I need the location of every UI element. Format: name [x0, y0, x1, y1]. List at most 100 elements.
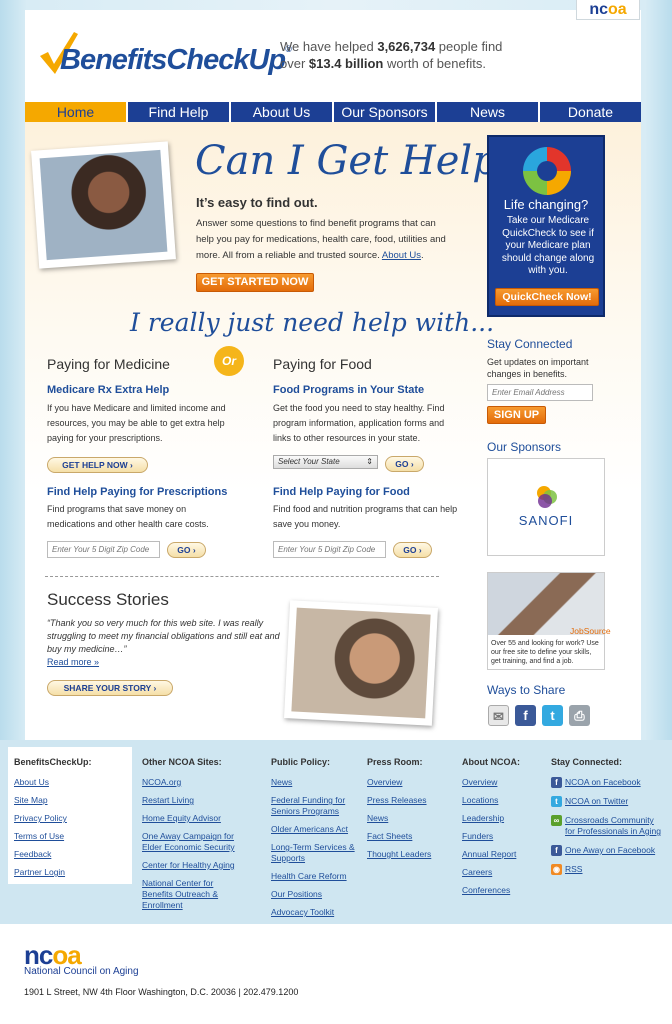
nav-donate[interactable]: Donate	[540, 102, 641, 122]
footer-annual-report[interactable]: Annual Report	[462, 849, 542, 860]
state-select-value: Select Your State	[278, 457, 340, 466]
ncoa-tab-nc: nc	[589, 1, 608, 18]
helped-pre: We have helped	[280, 39, 378, 54]
footer-conferences[interactable]: Conferences	[462, 885, 542, 896]
extra-help-link[interactable]: Medicare Rx Extra Help	[47, 384, 169, 396]
facebook-share-icon[interactable]: f	[515, 705, 536, 726]
jobsource-ad[interactable]: JobSource Over 55 and looking for work? …	[487, 572, 611, 670]
footer-policy-title: Public Policy:	[271, 757, 331, 767]
facebook-icon: f	[551, 777, 562, 788]
footer-careers[interactable]: Careers	[462, 867, 542, 878]
twitter-icon: t	[551, 796, 562, 807]
about-us-link[interactable]: About Us	[382, 250, 421, 261]
footer-home-equity[interactable]: Home Equity Advisor	[142, 813, 246, 824]
footer-press-overview[interactable]: Overview	[367, 777, 451, 788]
footer-one-away[interactable]: One Away Campaign for Elder Economic Sec…	[142, 831, 246, 853]
footer-one-away-facebook[interactable]: One Away on Facebook	[565, 845, 655, 856]
nav-find-help[interactable]: Find Help	[128, 102, 231, 122]
ncoa-address: 1901 L Street, NW 4th Floor Washington, …	[24, 987, 299, 997]
success-quote: “Thank you so very much for this web sit…	[47, 618, 280, 654]
logo-text: BenefitsCheckUp	[60, 44, 286, 76]
footer-healthy-aging[interactable]: Center for Healthy Aging	[142, 860, 246, 871]
footer-public-policy: Public Policy: News Federal Funding for …	[271, 757, 361, 925]
prescriptions-link[interactable]: Find Help Paying for Prescriptions	[47, 486, 227, 498]
state-select[interactable]: Select Your State ⇕	[273, 455, 378, 469]
state-go-button[interactable]: GO ›	[385, 456, 424, 472]
footer-rss[interactable]: RSS	[565, 864, 582, 875]
hero-photo-image	[39, 149, 168, 261]
footer-health-reform[interactable]: Health Care Reform	[271, 871, 361, 882]
sponsor-sanofi[interactable]: SANOFI	[487, 458, 605, 556]
footer-long-term[interactable]: Long-Term Services & Supports	[271, 842, 361, 864]
footer-terms[interactable]: Terms of Use	[14, 831, 126, 842]
rx-zip-input[interactable]	[47, 541, 160, 558]
helped-line2-pre: over	[280, 56, 309, 71]
nav-news[interactable]: News	[437, 102, 540, 122]
footer-crossroads-row: ∞ Crossroads Community for Professionals …	[551, 815, 663, 837]
footer-advocacy[interactable]: Advocacy Toolkit	[271, 907, 361, 918]
food-programs-link[interactable]: Food Programs in Your State	[273, 384, 424, 396]
twitter-share-icon[interactable]: t	[542, 705, 563, 726]
read-more-link[interactable]: Read more »	[47, 657, 99, 667]
promo-text: Take our Medicare QuickCheck to see if y…	[501, 215, 595, 276]
footer-partner-login[interactable]: Partner Login	[14, 867, 126, 878]
footer-press-news[interactable]: News	[367, 813, 451, 824]
help-heading: I really just need help with...	[130, 308, 495, 337]
footer-thought-leaders[interactable]: Thought Leaders	[367, 849, 451, 860]
footer-leadership[interactable]: Leadership	[462, 813, 542, 824]
footer-crossroads[interactable]: Crossroads Community for Professionals i…	[565, 815, 663, 837]
rx-go-button[interactable]: GO ›	[167, 542, 206, 558]
stay-connected-text: Get updates on important changes in bene…	[487, 357, 589, 379]
footer-ncoa-twitter[interactable]: NCOA on Twitter	[565, 796, 628, 807]
footer-federal-funding[interactable]: Federal Funding for Seniors Programs	[271, 795, 361, 817]
nav-our-sponsors[interactable]: Our Sponsors	[334, 102, 437, 122]
footer-funders[interactable]: Funders	[462, 831, 542, 842]
extra-help-text: If you have Medicare and limited income …	[47, 403, 226, 443]
food-zip-input[interactable]	[273, 541, 386, 558]
ncoa-tab-logo[interactable]: ncoa	[576, 0, 640, 20]
footer-older-americans[interactable]: Older Americans Act	[271, 824, 361, 835]
footer-privacy[interactable]: Privacy Policy	[14, 813, 126, 824]
footer-benefits-outreach[interactable]: National Center for Benefits Outreach & …	[142, 878, 246, 911]
email-input[interactable]	[487, 384, 593, 401]
nav-about-us[interactable]: About Us	[231, 102, 334, 122]
get-started-button[interactable]: GET STARTED NOW	[196, 273, 314, 292]
food-go-button[interactable]: GO ›	[393, 542, 432, 558]
footer-policy-news[interactable]: News	[271, 777, 361, 788]
footer-bcu-title: BenefitsCheckUp:	[14, 757, 92, 767]
share-story-button[interactable]: SHARE YOUR STORY ›	[47, 680, 173, 696]
footer-ncoa-org[interactable]: NCOA.org	[142, 777, 246, 788]
hero-text: Answer some questions to find benefit pr…	[196, 218, 446, 261]
footer-bcu: BenefitsCheckUp: About Us Site Map Priva…	[14, 757, 126, 885]
email-share-icon[interactable]: ✉	[488, 705, 509, 726]
print-share-icon[interactable]: ⎙	[569, 705, 590, 726]
footer-locations[interactable]: Locations	[462, 795, 542, 806]
food-help-text: Find food and nutrition programs that ca…	[273, 504, 458, 529]
footer-positions[interactable]: Our Positions	[271, 889, 361, 900]
success-title: Success Stories	[47, 590, 169, 609]
quickcheck-promo: Life changing? Take our Medicare QuickCh…	[487, 135, 605, 317]
food-title: Paying for Food	[273, 356, 372, 372]
section-divider	[45, 576, 439, 577]
footer-ncoa-facebook[interactable]: NCOA on Facebook	[565, 777, 641, 788]
footer-press-room: Press Room: Overview Press Releases News…	[367, 757, 451, 867]
sign-up-button[interactable]: SIGN UP	[487, 406, 546, 424]
rss-icon: ◉	[551, 864, 562, 875]
jobsource-label: JobSource	[570, 626, 611, 636]
food-help-link[interactable]: Find Help Paying for Food	[273, 486, 410, 498]
footer-restart-living[interactable]: Restart Living	[142, 795, 246, 806]
nav-home[interactable]: Home	[25, 102, 128, 122]
footer-about-us[interactable]: About Us	[14, 777, 126, 788]
ncoa-tab-oa: oa	[608, 1, 627, 18]
footer-site-map[interactable]: Site Map	[14, 795, 126, 806]
crossroads-icon: ∞	[551, 815, 562, 826]
footer-about-overview[interactable]: Overview	[462, 777, 542, 788]
footer-press-releases[interactable]: Press Releases	[367, 795, 451, 806]
ways-to-share-title: Ways to Share	[487, 683, 566, 697]
footer-fact-sheets[interactable]: Fact Sheets	[367, 831, 451, 842]
footer-oneaway-row: f One Away on Facebook	[551, 845, 663, 856]
quickcheck-button[interactable]: QuickCheck Now!	[495, 288, 599, 306]
footer-feedback[interactable]: Feedback	[14, 849, 126, 860]
select-arrows-icon: ⇕	[366, 457, 373, 466]
get-help-now-button[interactable]: GET HELP NOW ›	[47, 457, 148, 473]
